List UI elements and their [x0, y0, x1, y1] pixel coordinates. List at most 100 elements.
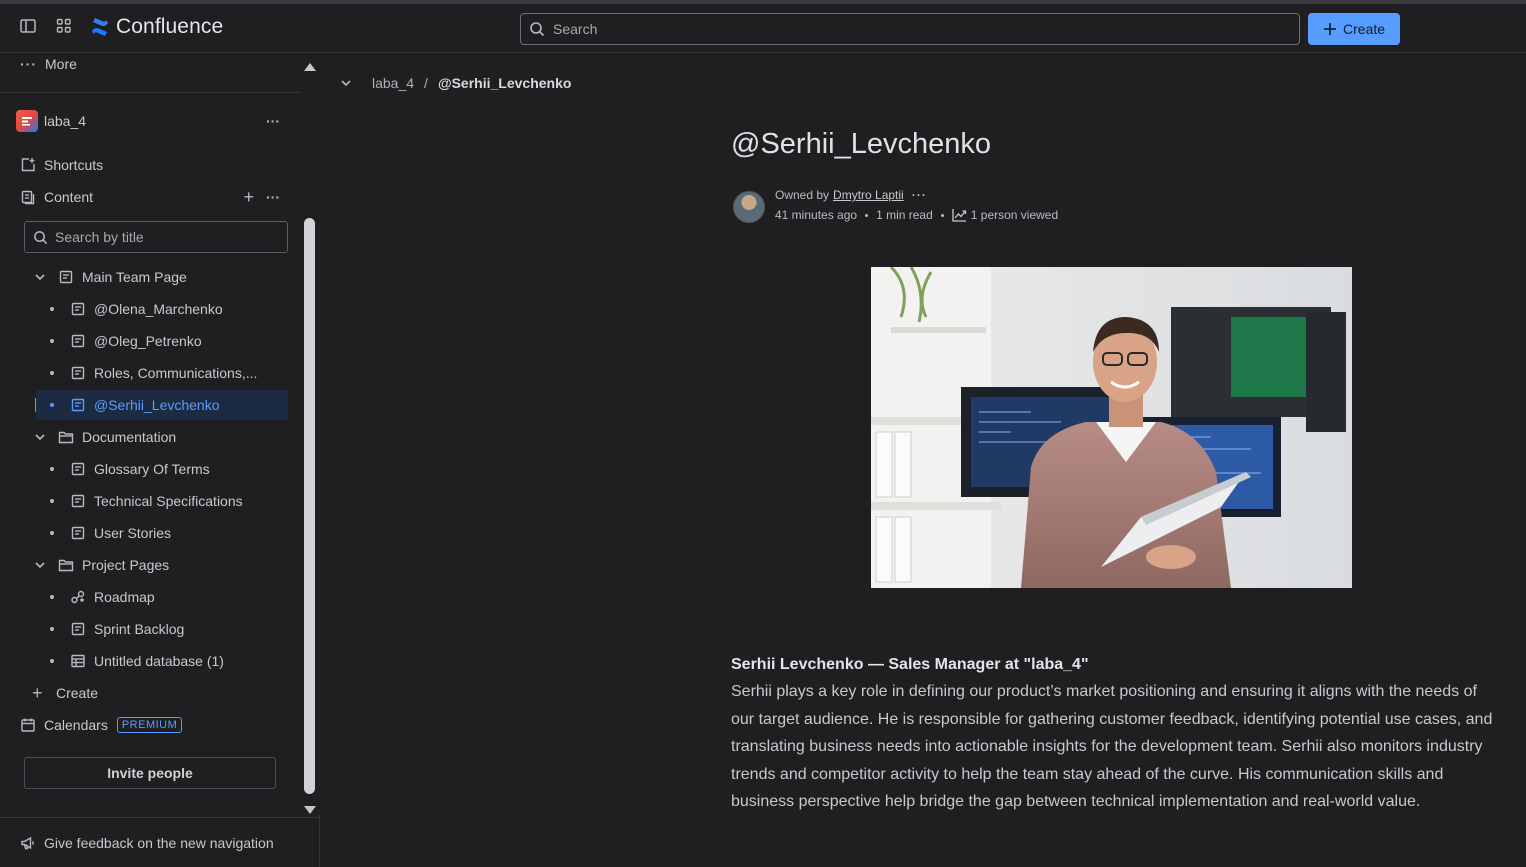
bullet-icon: [40, 659, 64, 663]
page-icon: [70, 333, 86, 349]
global-search[interactable]: [520, 13, 1300, 45]
page-icon: [70, 461, 86, 477]
calendars-label: Calendars: [44, 717, 108, 733]
space-header[interactable]: laba_4 ···: [16, 107, 286, 135]
tree-item-olena-marchenko[interactable]: @Olena_Marchenko: [40, 294, 288, 324]
sidebar-calendars[interactable]: Calendars PREMIUM: [20, 711, 183, 739]
tree-item-label: Glossary Of Terms: [94, 461, 210, 477]
chevron-down-icon[interactable]: [28, 559, 52, 571]
content-label: Content: [44, 189, 94, 205]
bullet-separator: [940, 213, 944, 217]
tree-item-label: Roadmap: [94, 589, 155, 605]
owner-avatar[interactable]: [733, 191, 765, 223]
body-paragraph: Serhii plays a key role in defining our …: [731, 683, 1493, 811]
chevron-down-icon[interactable]: [28, 271, 52, 283]
page-icon: [70, 365, 86, 381]
breadcrumb-space-link[interactable]: laba_4: [372, 75, 414, 91]
space-avatar-icon: [16, 110, 38, 132]
tree-item-label: Main Team Page: [82, 269, 187, 285]
tree-item-main-team-page[interactable]: Main Team Page: [28, 262, 288, 292]
sidebar-content[interactable]: Content + ···: [20, 183, 286, 211]
megaphone-icon: [20, 835, 36, 851]
page-icon: [70, 301, 86, 317]
space-more-icon[interactable]: ···: [266, 113, 280, 129]
tree-item-label: Project Pages: [82, 557, 170, 573]
page-stats: 41 minutes ago 1 min read 1 person viewe…: [775, 208, 1058, 222]
bullet-icon: [40, 467, 64, 471]
tree-item-documentation[interactable]: Documentation: [28, 422, 288, 452]
bullet-icon: [40, 499, 64, 503]
database-icon: [70, 653, 86, 669]
collapse-chevron-icon[interactable]: [340, 77, 352, 89]
tree-item-label: @Oleg_Petrenko: [94, 333, 202, 349]
bullet-icon: [40, 339, 64, 343]
scroll-up-arrow-icon[interactable]: [303, 59, 317, 71]
bullet-icon: [40, 371, 64, 375]
search-icon: [530, 22, 545, 37]
app-switcher-icon[interactable]: [55, 17, 75, 37]
feedback-link[interactable]: Give feedback on the new navigation: [0, 817, 319, 867]
tree-item-oleg-petrenko[interactable]: @Oleg_Petrenko: [40, 326, 288, 356]
search-icon: [34, 230, 48, 244]
add-content-icon[interactable]: +: [243, 187, 254, 208]
tree-item-label: Untitled database (1): [94, 653, 224, 669]
breadcrumb-separator: /: [424, 75, 428, 91]
sidebar-create[interactable]: + Create: [32, 679, 98, 707]
tree-item-sprint-backlog[interactable]: Sprint Backlog: [40, 614, 288, 644]
sidebar: ··· More laba_4 ··· Shortcuts Content + …: [0, 53, 320, 867]
views-count: 1 person viewed: [970, 208, 1059, 222]
tree-item-roles-communications[interactable]: Roles, Communications,...: [40, 358, 288, 388]
confluence-logo[interactable]: Confluence: [90, 15, 223, 39]
sidebar-create-label: Create: [56, 685, 99, 701]
tree-item-glossary[interactable]: Glossary Of Terms: [40, 454, 288, 484]
sidebar-toggle-icon[interactable]: [19, 17, 39, 37]
tree-item-untitled-database[interactable]: Untitled database (1): [40, 646, 288, 676]
scroll-down-arrow-icon[interactable]: [303, 802, 317, 814]
owner-link[interactable]: Dmytro Laptii: [833, 188, 904, 202]
breadcrumb-current[interactable]: @Serhii_Levchenko: [438, 75, 571, 91]
profile-photo: [871, 267, 1352, 588]
sidebar-scrollbar-thumb[interactable]: [304, 218, 315, 794]
page-icon: [70, 621, 86, 637]
content-more-icon[interactable]: ···: [266, 189, 280, 205]
folder-icon: [58, 557, 74, 573]
tree-item-serhii-levchenko[interactable]: @Serhii_Levchenko: [36, 390, 288, 420]
sidebar-more[interactable]: ··· More: [20, 50, 77, 78]
space-name: laba_4: [44, 113, 87, 129]
create-button[interactable]: Create: [1308, 13, 1400, 45]
page-title: @Serhii_Levchenko: [731, 128, 991, 160]
tree-item-label: Technical Specifications: [94, 493, 243, 509]
page-body: Serhii Levchenko — Sales Manager at "lab…: [731, 651, 1501, 815]
tree-item-label: Sprint Backlog: [94, 621, 185, 637]
page-icon: [70, 525, 86, 541]
content-search[interactable]: [24, 221, 288, 253]
tree-item-label: Documentation: [82, 429, 177, 445]
tree-item-label: Roles, Communications,...: [94, 365, 258, 381]
confluence-logo-icon: [92, 18, 108, 36]
search-input[interactable]: [553, 21, 1253, 37]
owner-more-icon[interactable]: ···: [912, 188, 927, 202]
tree-item-label: @Olena_Marchenko: [94, 301, 223, 317]
tree-item-user-stories[interactable]: User Stories: [40, 518, 288, 548]
app-name: Confluence: [116, 15, 224, 38]
breadcrumb: laba_4 / @Serhii_Levchenko: [340, 72, 571, 94]
tree-item-project-pages[interactable]: Project Pages: [28, 550, 288, 580]
owner-line: Owned by Dmytro Laptii ···: [775, 188, 927, 202]
premium-badge: PREMIUM: [116, 717, 183, 733]
chevron-down-icon[interactable]: [28, 431, 52, 443]
calendar-icon: [20, 717, 36, 733]
tree-item-roadmap[interactable]: Roadmap: [40, 582, 288, 612]
more-dots-icon: ···: [20, 56, 37, 72]
owned-by-prefix: Owned by: [775, 188, 830, 202]
page-views[interactable]: 1 person viewed: [952, 208, 1058, 222]
plus-icon: +: [32, 682, 43, 703]
invite-people-button[interactable]: Invite people: [24, 757, 276, 789]
create-button-label: Create: [1342, 21, 1386, 37]
shortcuts-label: Shortcuts: [44, 157, 104, 173]
edited-time: 41 minutes ago: [775, 208, 858, 222]
read-time: 1 min read: [876, 208, 933, 222]
bullet-icon: [40, 531, 64, 535]
sidebar-shortcuts[interactable]: Shortcuts: [20, 151, 103, 179]
tree-item-technical-specifications[interactable]: Technical Specifications: [40, 486, 288, 516]
search-by-title-input[interactable]: [55, 229, 275, 245]
